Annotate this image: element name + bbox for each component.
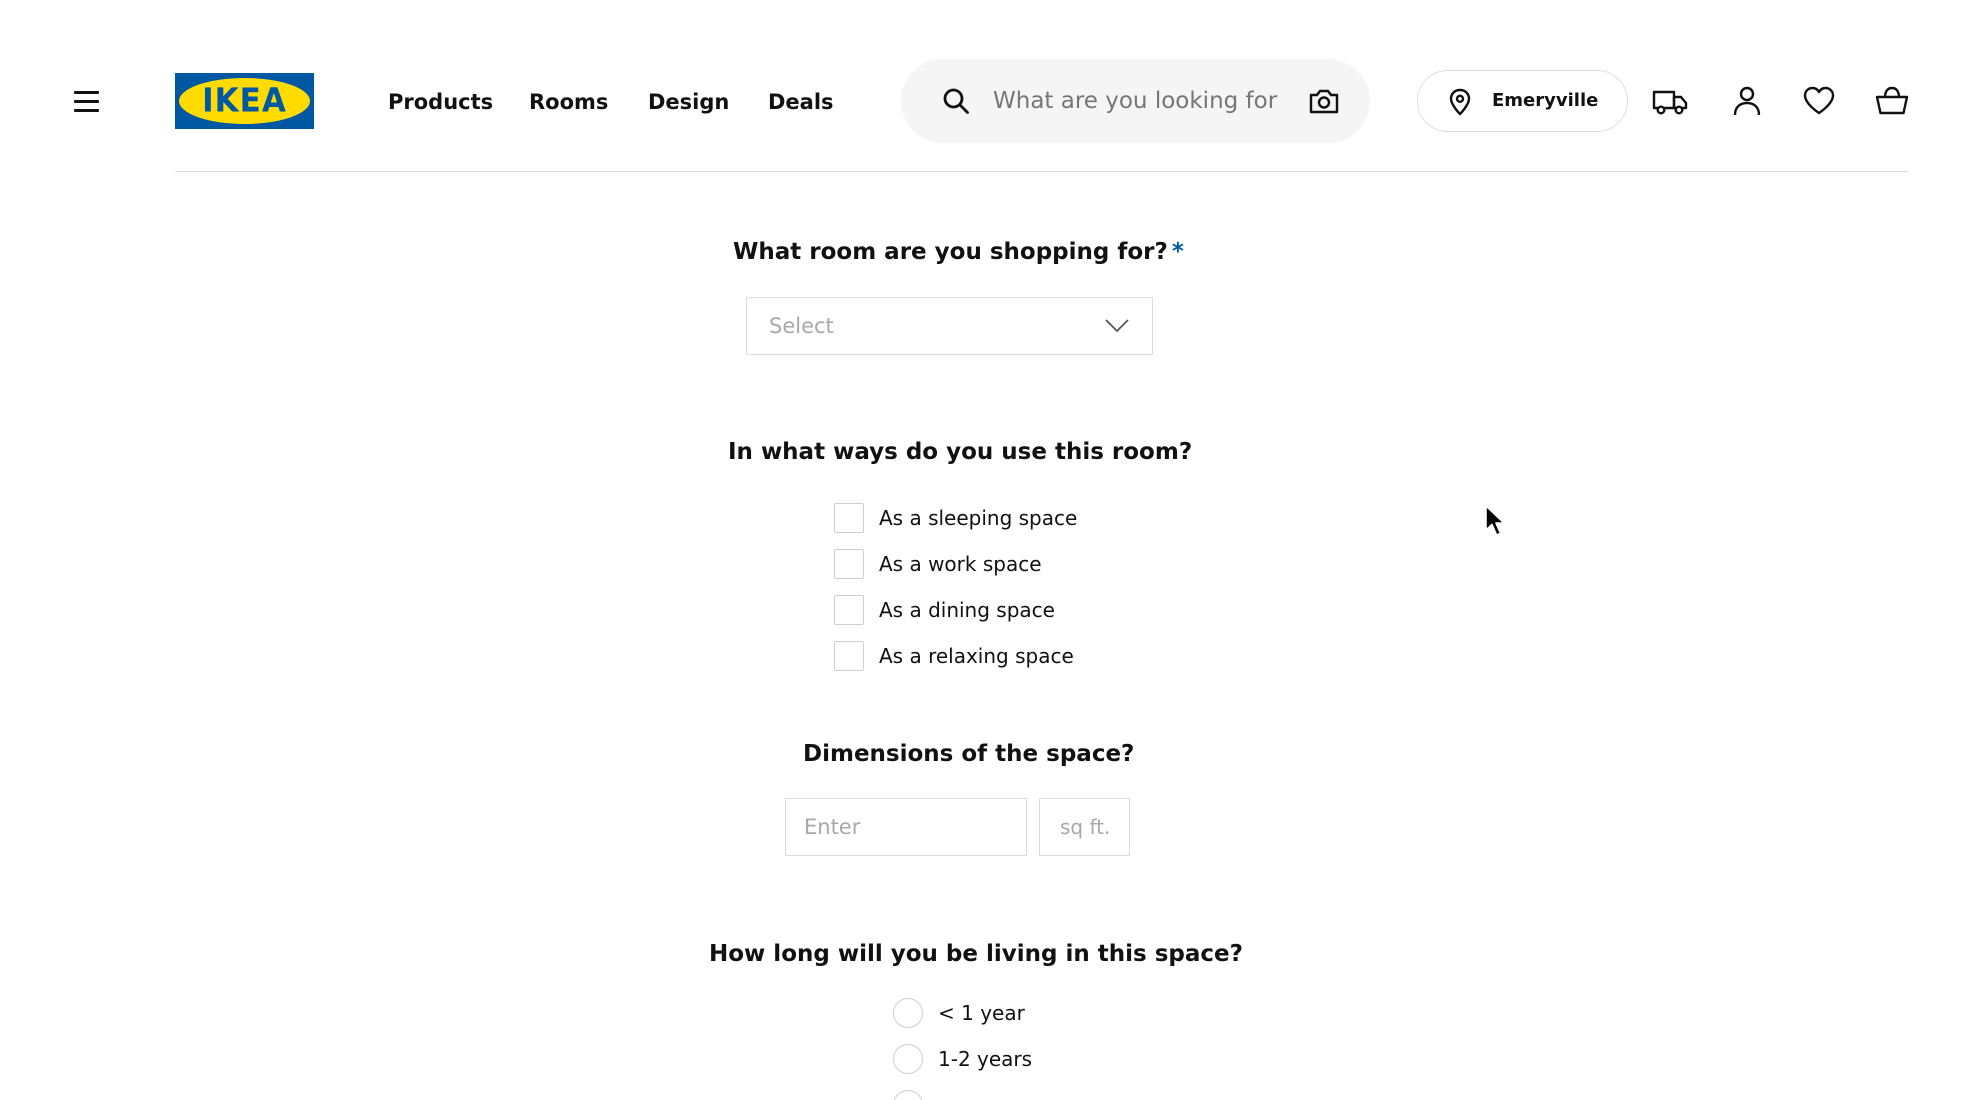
checkbox-label: As a dining space — [879, 598, 1055, 622]
radio-label: 1-2 years — [938, 1047, 1033, 1071]
room-select[interactable]: Select — [746, 297, 1153, 355]
usage-question-title: In what ways do you use this room? — [728, 439, 1193, 465]
location-pin-icon — [1449, 88, 1471, 116]
camera-icon[interactable] — [1308, 86, 1340, 116]
required-marker: * — [1171, 239, 1184, 265]
radio-button[interactable] — [893, 998, 923, 1028]
radio-button[interactable] — [893, 1044, 923, 1074]
shopping-basket-icon[interactable] — [1874, 84, 1910, 118]
room-select-placeholder: Select — [769, 314, 834, 338]
duration-question-title: How long will you be living in this spac… — [709, 941, 1243, 967]
ikea-logo[interactable]: IKEA — [175, 73, 314, 129]
heart-icon[interactable] — [1801, 84, 1837, 118]
nav-deals[interactable]: Deals — [768, 86, 834, 118]
chevron-down-icon — [1105, 319, 1129, 333]
store-selector-button[interactable]: Emeryville — [1417, 70, 1628, 132]
radio-label: < 1 year — [938, 1001, 1025, 1025]
usage-option-sleeping[interactable]: As a sleeping space — [834, 503, 1077, 533]
room-question-title: What room are you shopping for? * — [733, 236, 1184, 268]
usage-option-work[interactable]: As a work space — [834, 549, 1042, 579]
usage-option-dining[interactable]: As a dining space — [834, 595, 1055, 625]
store-name: Emeryville — [1492, 90, 1599, 111]
checkbox[interactable] — [834, 641, 864, 671]
checkbox[interactable] — [834, 549, 864, 579]
nav-design[interactable]: Design — [648, 86, 729, 118]
dimensions-input[interactable] — [785, 798, 1027, 856]
search-input[interactable] — [993, 81, 1283, 121]
page: IKEA Products Rooms Design Deals Emeryvi… — [0, 0, 1964, 1100]
delivery-truck-icon[interactable] — [1652, 84, 1688, 118]
checkbox-label: As a sleeping space — [879, 506, 1078, 530]
checkbox-label: As a relaxing space — [879, 644, 1074, 668]
dimensions-question-title: Dimensions of the space? — [803, 741, 1135, 767]
room-question-text: What room are you shopping for? — [733, 239, 1168, 265]
search-icon[interactable] — [942, 87, 970, 115]
hamburger-menu-icon[interactable] — [66, 82, 106, 120]
mouse-pointer-icon — [1485, 505, 1505, 536]
nav-rooms[interactable]: Rooms — [529, 86, 608, 118]
header-divider — [175, 171, 1908, 172]
unit-label: sq ft. — [1060, 815, 1111, 839]
logo-text: IKEA — [202, 82, 287, 120]
checkbox[interactable] — [834, 503, 864, 533]
user-icon[interactable] — [1729, 84, 1765, 118]
search-bar[interactable] — [901, 59, 1370, 143]
usage-option-relaxing[interactable]: As a relaxing space — [834, 641, 1074, 671]
radio-button[interactable] — [893, 1090, 923, 1100]
checkbox-label: As a work space — [879, 552, 1042, 576]
dimensions-unit-field: sq ft. — [1039, 798, 1130, 856]
checkbox[interactable] — [834, 595, 864, 625]
nav-products[interactable]: Products — [388, 86, 493, 118]
